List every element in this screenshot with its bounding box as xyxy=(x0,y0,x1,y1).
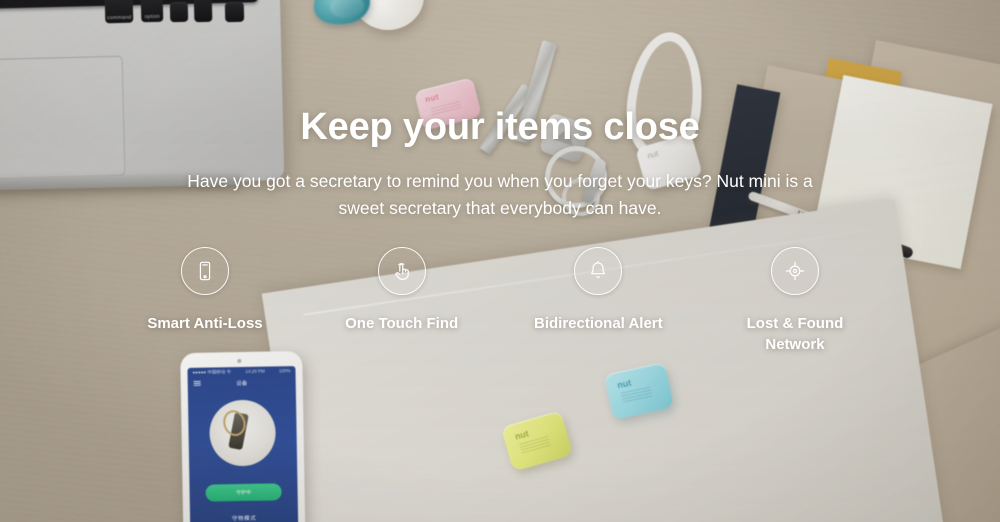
feature-label: Bidirectional Alert xyxy=(533,315,663,333)
hero-content: Keep your items close Have you got a sec… xyxy=(0,0,1000,522)
feature-smart-anti-loss[interactable]: Smart Anti-Loss xyxy=(120,247,290,334)
feature-label: Smart Anti-Loss xyxy=(147,315,263,333)
feature-lost-found-network[interactable]: Lost & Found Network xyxy=(710,247,880,356)
crosshair-locate-icon xyxy=(770,247,819,296)
feature-bidirectional-alert[interactable]: Bidirectional Alert xyxy=(513,247,683,334)
smartphone-icon xyxy=(181,247,229,296)
feature-one-touch-find[interactable]: One Touch Find xyxy=(317,247,487,334)
feature-label: One Touch Find xyxy=(345,315,459,333)
hero-subtitle: Have you got a secretary to remind you w… xyxy=(187,171,813,218)
touch-finger-icon xyxy=(377,247,426,296)
page-title: Keep your items close xyxy=(300,106,700,148)
feature-label: Lost & Found Network xyxy=(746,315,844,354)
feature-list: Smart Anti-Loss One Touch Find Bidirecti… xyxy=(120,247,880,356)
hero-banner: command option nut nut nut nut ●●●●● 中国移… xyxy=(0,0,1000,522)
bell-icon xyxy=(574,247,623,296)
